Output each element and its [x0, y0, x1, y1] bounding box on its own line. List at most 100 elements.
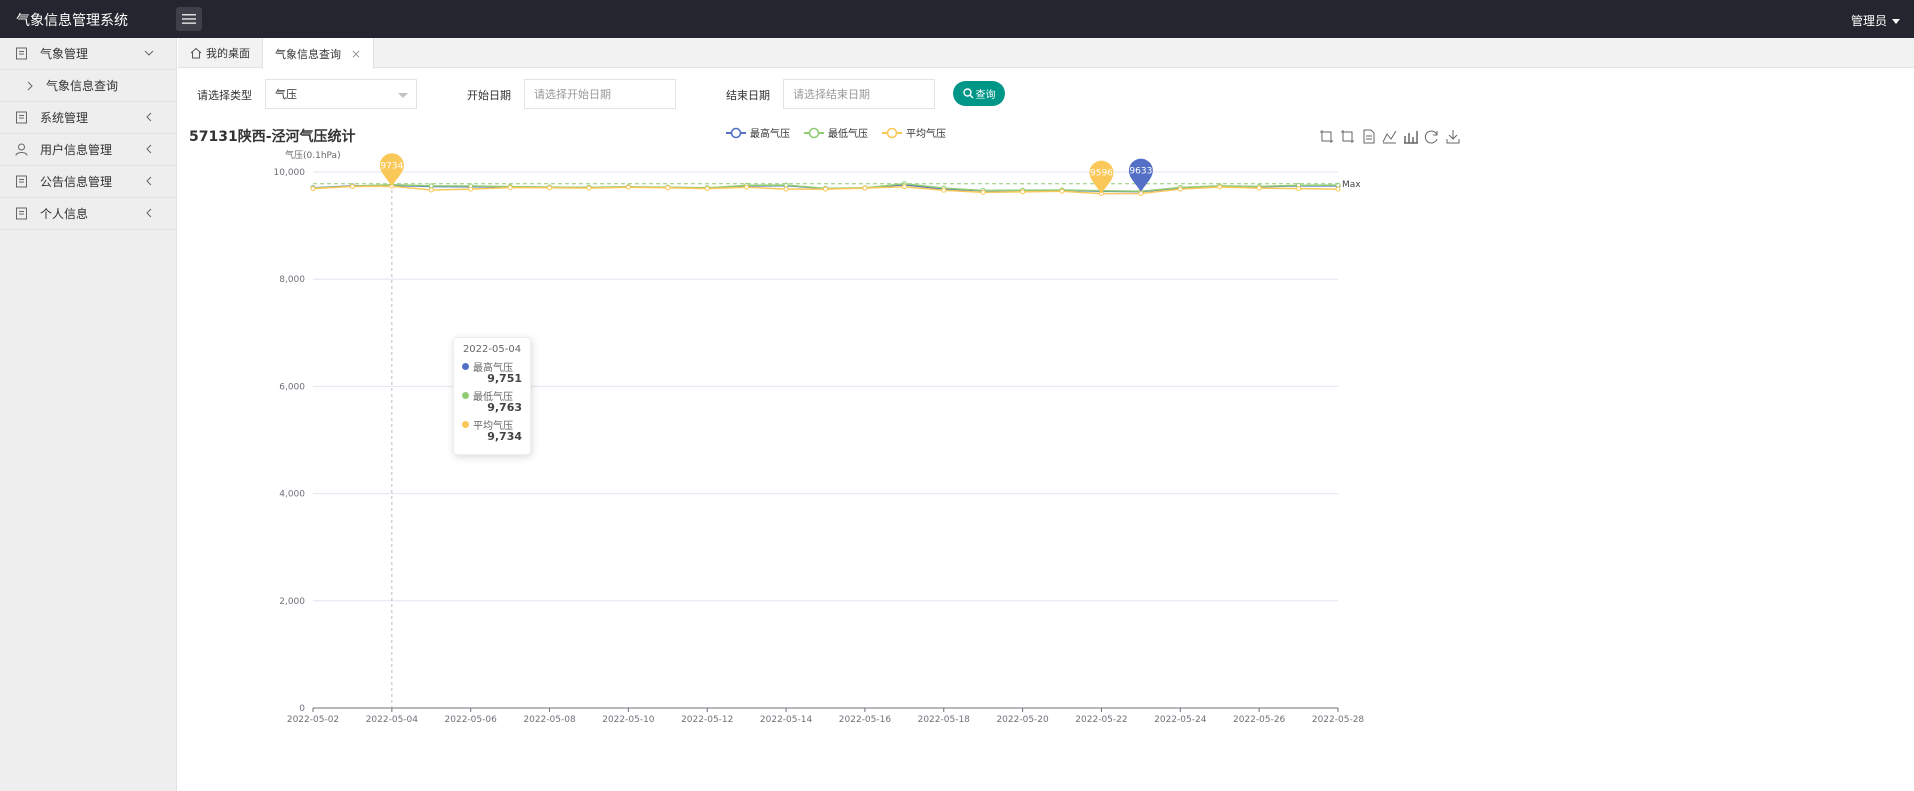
- sidebar-item-system[interactable]: 系统管理: [0, 102, 176, 134]
- data-point: [1020, 189, 1026, 195]
- data-point: [310, 186, 316, 192]
- chevron-left-icon: [146, 144, 152, 154]
- sidebar-item-label: 个人信息: [40, 207, 89, 221]
- start-date-label: 开始日期: [467, 89, 511, 102]
- icon-path: [1382, 130, 1397, 144]
- chart-series: Max: [310, 180, 1361, 197]
- data-point: [1335, 182, 1341, 188]
- type-select[interactable]: 气压: [265, 79, 417, 109]
- user-menu[interactable]: 管理员: [1851, 12, 1900, 29]
- data-point: [980, 188, 986, 194]
- chevron-down-icon: [144, 50, 154, 56]
- caret-down-icon: [398, 93, 408, 98]
- data-point: [1335, 186, 1341, 192]
- data-point: [428, 183, 434, 189]
- data-point: [1020, 187, 1026, 193]
- x-tick-label: 2022-05-24: [1154, 715, 1207, 725]
- start-date-input[interactable]: [524, 79, 676, 109]
- end-date-input[interactable]: [783, 79, 935, 109]
- x-tick-label: 2022-05-02: [287, 715, 339, 725]
- menu-toggle-button[interactable]: [176, 7, 202, 31]
- data-point: [1098, 188, 1104, 194]
- hamburger-icon: [182, 14, 196, 24]
- data-point: [1059, 187, 1065, 193]
- close-icon[interactable]: ×: [351, 47, 361, 61]
- data-point: [507, 184, 513, 190]
- data-point: [1177, 185, 1183, 191]
- data-point: [507, 184, 513, 190]
- data-point: [349, 183, 355, 189]
- series-line: [312, 184, 1338, 193]
- data-point: [665, 184, 671, 190]
- restore-icon[interactable]: [1424, 130, 1438, 144]
- data-point: [1335, 183, 1341, 189]
- icon-path: [1446, 130, 1460, 144]
- data-point: [389, 182, 395, 188]
- save-image-icon[interactable]: [1446, 130, 1460, 144]
- chart-tooltip: 2022-05-04 最高气压 9,751 最低气压 9,763 平均气压 9,…: [453, 337, 531, 455]
- data-view-icon[interactable]: [1363, 129, 1375, 144]
- x-tick-label: 2022-05-18: [918, 715, 971, 725]
- tab-weather-query-label: 气象信息查询: [275, 47, 341, 61]
- bar-type-icon[interactable]: [1404, 131, 1418, 144]
- data-point: [1296, 182, 1302, 188]
- legend-marker: [808, 127, 820, 139]
- data-point: [704, 186, 710, 192]
- type-select-value: 气压: [275, 88, 297, 101]
- query-button-label: 查询: [975, 90, 996, 101]
- doc-icon: [14, 47, 28, 61]
- data-point: [625, 184, 631, 190]
- data-point: [980, 187, 986, 193]
- icon-path: [1341, 130, 1354, 143]
- data-point: [625, 184, 631, 190]
- tab-home-label: 我的桌面: [206, 47, 250, 60]
- search-icon: [962, 88, 973, 99]
- data-point: [1256, 183, 1262, 189]
- x-tick-label: 2022-05-26: [1233, 715, 1286, 725]
- data-point: [468, 183, 474, 189]
- tooltip-row: 平均气压 9,734: [462, 417, 522, 443]
- data-point: [1256, 184, 1262, 190]
- y-axis-label: 气压(0.1hPa): [285, 149, 341, 161]
- y-tick-label: 10,000: [274, 168, 306, 178]
- x-tick-label: 2022-05-20: [996, 715, 1049, 725]
- series-line: [312, 183, 1339, 193]
- tooltip-date: 2022-05-04: [462, 344, 522, 355]
- sidebar-item-label: 用户信息管理: [40, 143, 113, 157]
- tab-home[interactable]: 我的桌面: [178, 38, 262, 68]
- sidebar-subitem-weather-query[interactable]: 气象信息查询: [0, 70, 176, 102]
- data-point: [1059, 187, 1065, 193]
- x-tick-label: 2022-05-22: [1075, 715, 1127, 725]
- data-point: [1177, 185, 1183, 191]
- sidebar-item-users[interactable]: 用户信息管理: [0, 134, 176, 166]
- data-point: [823, 185, 828, 191]
- app-title: 气象信息管理系统: [16, 13, 128, 29]
- zoom-reset-icon[interactable]: [1341, 130, 1354, 143]
- sidebar-item-weather[interactable]: 气象管理: [0, 38, 176, 70]
- chevron-left-icon: [146, 208, 152, 218]
- line-type-icon[interactable]: [1382, 130, 1397, 144]
- data-point: [547, 184, 553, 190]
- chart-toolbox[interactable]: [1320, 129, 1460, 144]
- data-point: [665, 184, 671, 190]
- chevron-left-icon: [146, 176, 152, 186]
- legend-marker: [886, 127, 898, 139]
- data-point: [389, 182, 395, 188]
- sidebar-item-notices[interactable]: 公告信息管理: [0, 166, 176, 198]
- sidebar-item-profile[interactable]: 个人信息: [0, 198, 176, 230]
- home-icon: [190, 47, 202, 59]
- sidebar-item-label: 公告信息管理: [40, 175, 113, 189]
- series-line: [312, 185, 1339, 195]
- sidebar-item-label: 系统管理: [40, 111, 89, 125]
- query-button[interactable]: 查询: [953, 81, 1005, 106]
- top-bar: 气象信息管理系统 管理员: [0, 0, 1914, 38]
- tab-weather-query[interactable]: 气象信息查询 ×: [262, 38, 375, 69]
- doc-icon: [14, 207, 28, 221]
- data-point: [1296, 183, 1302, 189]
- data-point: [1138, 188, 1144, 194]
- markline-label: Max: [1342, 180, 1361, 190]
- series-dot: [462, 363, 469, 370]
- marker-label: 9596: [1090, 169, 1113, 179]
- zoom-icon[interactable]: [1320, 130, 1333, 143]
- chart-legend[interactable]: 最高气压 最低气压 平均气压: [726, 127, 946, 140]
